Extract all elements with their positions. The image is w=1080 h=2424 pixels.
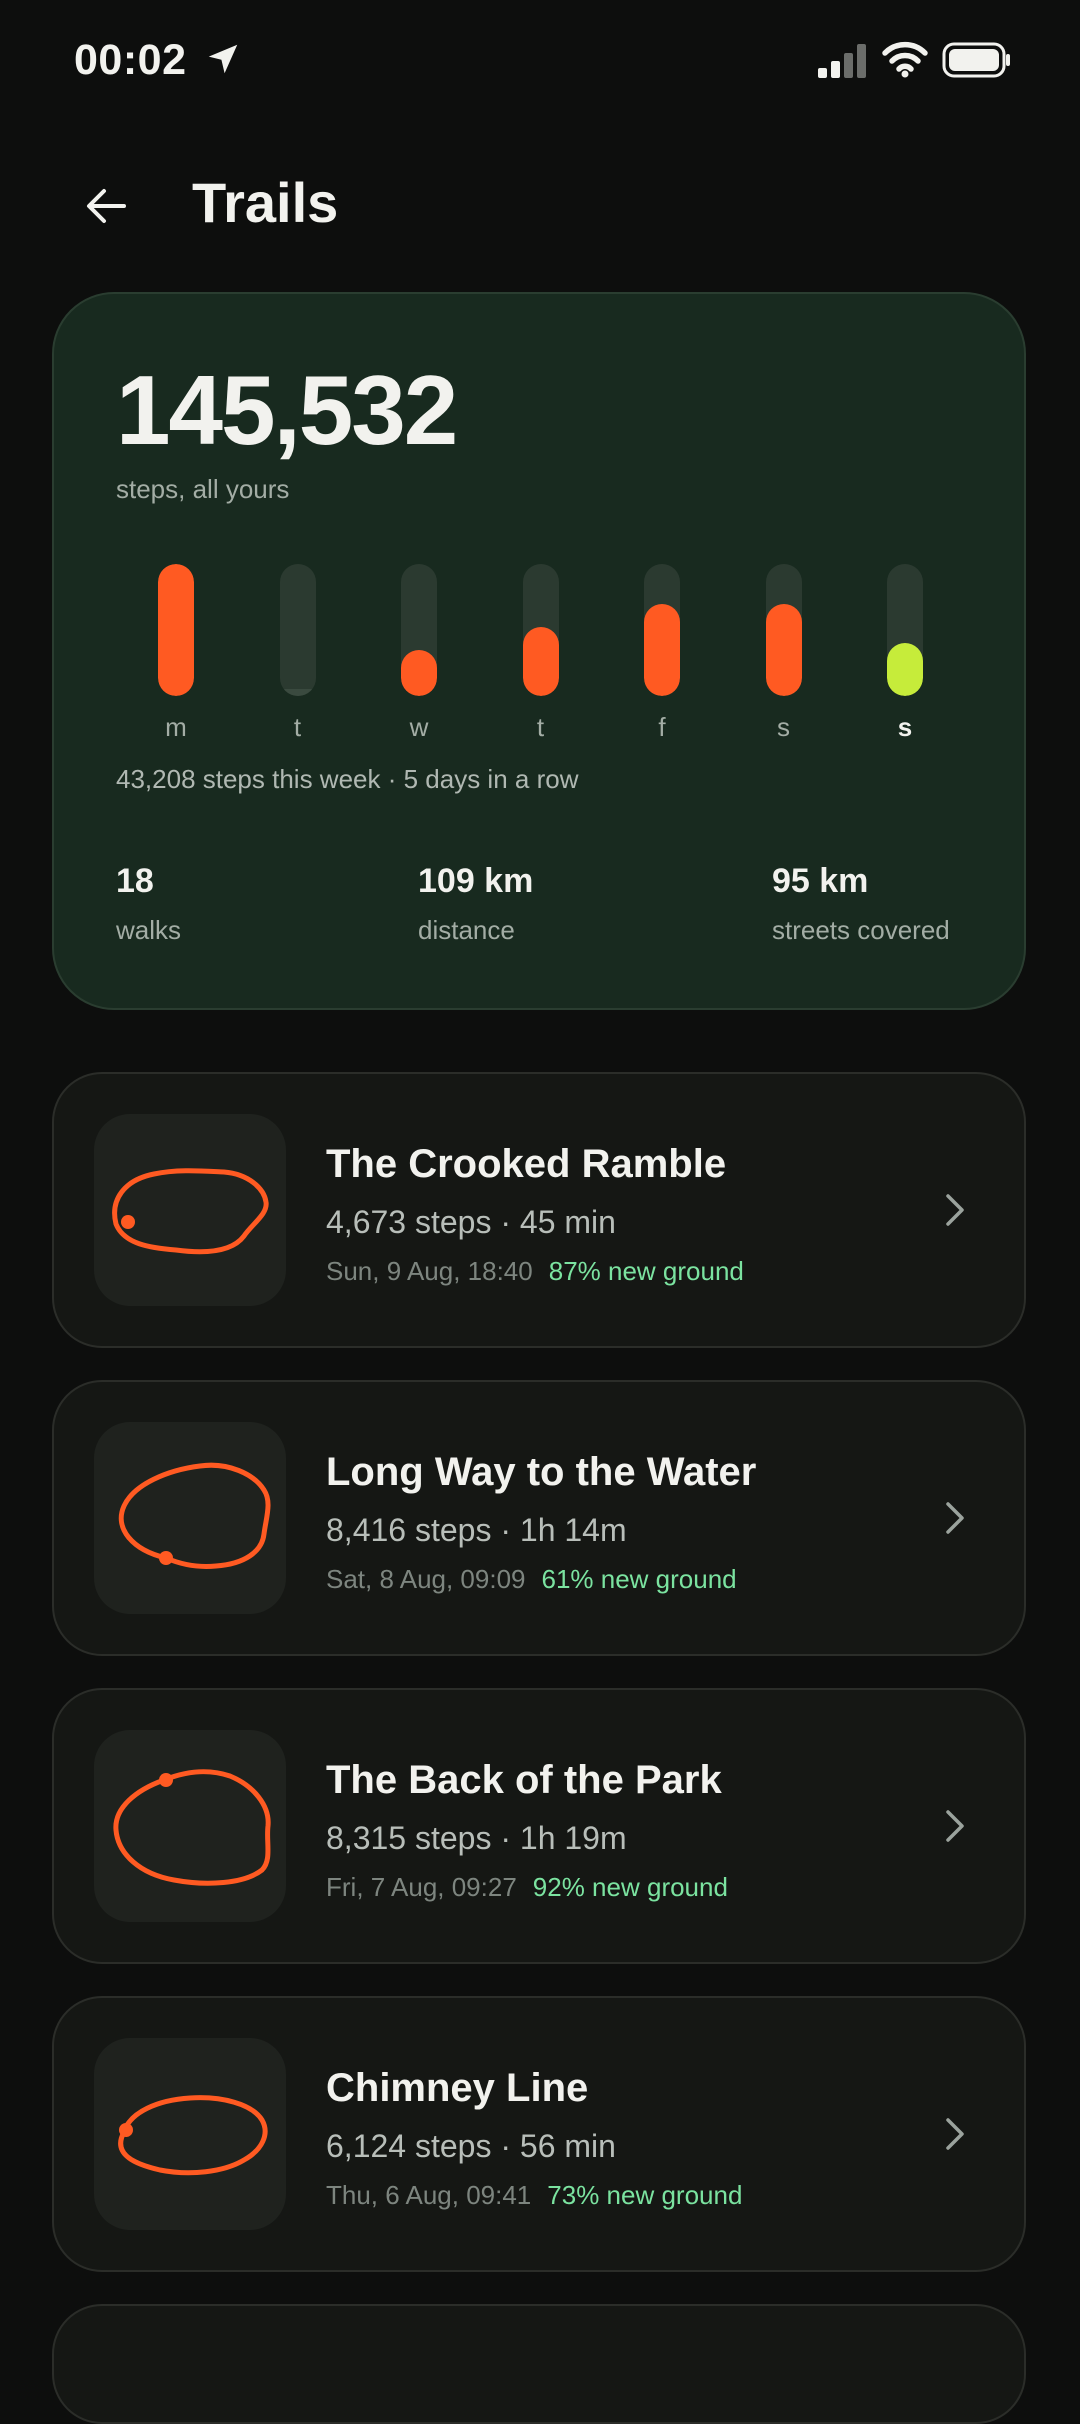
weekly-steps-chart: mtwtfss	[54, 564, 1028, 744]
battery-icon	[942, 42, 1010, 78]
week-summary-text: 43,208 steps this week · 5 days in a row	[116, 764, 579, 794]
page-header: Trails	[0, 160, 1080, 250]
route-map-thumbnail	[94, 2038, 286, 2230]
stat-value: 109 km	[418, 862, 534, 900]
weekday-label: s	[897, 712, 913, 742]
walk-title: The Back of the Park	[326, 1758, 722, 1802]
walk-date: Sat, 8 Aug, 09:09	[326, 1564, 526, 1594]
chevron-right-icon	[946, 2118, 964, 2150]
walk-card[interactable]: The Crooked Ramble 4,673 steps · 45 min …	[52, 1072, 1026, 1348]
walk-title: The Crooked Ramble	[326, 1142, 727, 1186]
route-map-thumbnail	[94, 1730, 286, 1922]
walk-steps-duration: 6,124 steps · 56 min	[326, 2128, 616, 2164]
stat-value: 95 km	[772, 862, 869, 900]
route-path-icon	[113, 1769, 271, 1886]
walk-new-ground: 87% new ground	[548, 1256, 744, 1286]
stat-value: 18	[116, 862, 154, 900]
walk-details: Fri, 7 Aug, 09:27 92% new ground	[326, 1872, 728, 1903]
weekday-bar-track	[644, 564, 680, 696]
route-path-icon	[118, 2095, 268, 2176]
walk-date: Fri, 7 Aug, 09:27	[326, 1872, 517, 1902]
weekday-bar-fill	[522, 627, 559, 696]
walk-new-ground: 92% new ground	[532, 1872, 728, 1902]
walk-details: Thu, 6 Aug, 09:41 73% new ground	[326, 2180, 742, 2211]
walk-new-ground: 61% new ground	[541, 1564, 737, 1594]
stat-label: walks	[116, 915, 182, 945]
weekday-bar-fill	[887, 643, 923, 696]
back-arrow-icon[interactable]	[80, 180, 132, 232]
walk-date: Thu, 6 Aug, 09:41	[326, 2180, 532, 2210]
page-title: Trails	[192, 171, 339, 234]
weekday-label: f	[658, 712, 666, 742]
cellular-signal-icon	[818, 44, 866, 78]
walk-details: Sat, 8 Aug, 09:09 61% new ground	[326, 1564, 737, 1595]
weekday-bar-fill	[644, 603, 680, 696]
route-map-thumbnail	[94, 1114, 286, 1306]
route-path-icon	[112, 1168, 269, 1255]
status-time: 00:02	[74, 36, 187, 84]
total-steps-caption: steps, all yours	[116, 474, 290, 504]
weekday-bar-track	[765, 564, 802, 696]
route-map-thumbnail	[94, 1422, 286, 1614]
chevron-right-icon	[946, 1194, 964, 1226]
steps-summary-card: 145,532 steps, all yours m t w t f s s 43,208 …	[52, 292, 1026, 1010]
weekday-bar-fill	[158, 564, 194, 696]
walk-new-ground: 73% new ground	[547, 2180, 743, 2210]
walk-steps-duration: 8,315 steps · 1h 19m	[326, 1820, 627, 1856]
stat-walks: 18 walks	[116, 862, 181, 946]
walk-card[interactable]: Chimney Line 6,124 steps · 56 min Thu, 6…	[52, 1996, 1026, 2272]
weekday-label: m	[165, 712, 187, 742]
walk-steps-duration: 8,416 steps · 1h 14m	[326, 1512, 627, 1548]
weekday-bar-fill	[401, 649, 437, 696]
stat-distance: 109 km distance	[418, 862, 533, 946]
wifi-icon	[882, 41, 928, 78]
stat-label: distance	[418, 915, 515, 945]
weekday-bar-track	[401, 564, 437, 696]
location-arrow-icon	[208, 44, 238, 74]
walk-card[interactable]: Long Way to the Water 8,416 steps · 1h 1…	[52, 1380, 1026, 1656]
chevron-right-icon	[946, 1502, 964, 1534]
walk-steps-duration: 4,673 steps · 45 min	[326, 1204, 616, 1240]
weekday-label: t	[536, 712, 545, 742]
walk-card[interactable]: The Back of the Park 8,315 steps · 1h 19…	[52, 1688, 1026, 1964]
status-bar: 00:02	[0, 0, 1080, 120]
walk-title: Chimney Line	[326, 2066, 589, 2110]
weekday-label: t	[293, 712, 302, 742]
route-path-icon	[118, 1462, 271, 1569]
stat-label: streets covered	[772, 915, 950, 945]
weekday-bar-track	[887, 564, 923, 696]
walk-card-partial[interactable]	[52, 2304, 1026, 2424]
weekday-label: s	[777, 712, 790, 742]
weekday-bar-track	[279, 564, 316, 696]
weekday-bar-fill	[765, 603, 802, 696]
stat-streets-covered: 95 km streets covered	[772, 862, 950, 946]
walk-title: Long Way to the Water	[326, 1450, 757, 1494]
weekday-bar-track	[522, 564, 559, 696]
chevron-right-icon	[946, 1810, 964, 1842]
walk-details: Sun, 9 Aug, 18:40 87% new ground	[326, 1256, 744, 1287]
weekday-label: w	[409, 712, 429, 742]
weekday-bar-fill	[279, 689, 316, 696]
walk-date: Sun, 9 Aug, 18:40	[326, 1256, 533, 1286]
weekday-bar-track	[158, 564, 194, 696]
total-steps-value: 145,532	[116, 355, 458, 465]
